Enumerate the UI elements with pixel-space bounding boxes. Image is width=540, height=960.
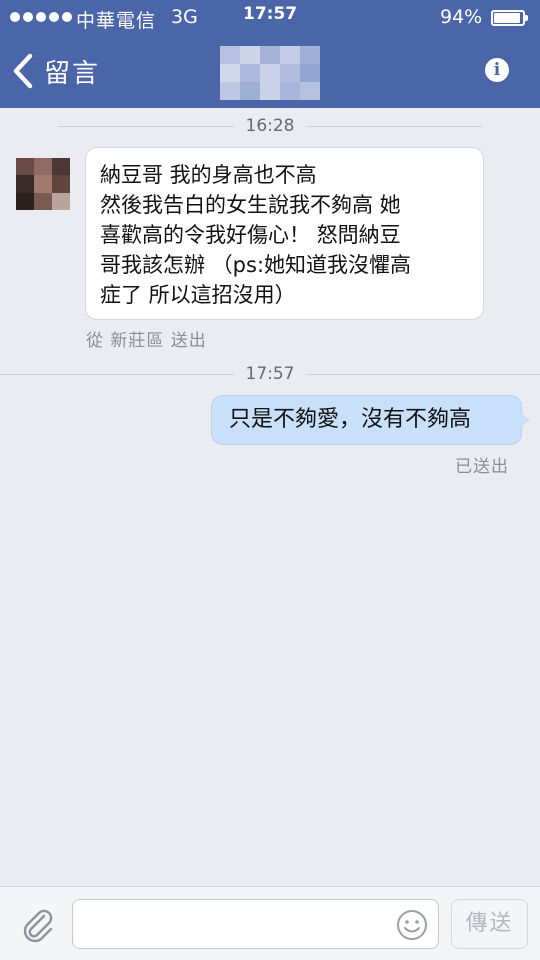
battery-icon: [491, 10, 528, 26]
status-bar: 中華電信 3G 17:57 94%: [0, 0, 540, 36]
timestamp-divider: 17:57: [0, 364, 540, 384]
incoming-message-bubble: 納豆哥 我的身高也不高 然後我告白的女生說我不夠高 她 喜歡高的令我好傷心！ 怒…: [85, 147, 484, 320]
header: 中華電信 3G 17:57 94% 留言 i: [0, 0, 540, 108]
timestamp: 17:57: [233, 364, 307, 384]
message-line: 喜歡高的令我好傷心！ 怒問納豆: [100, 223, 401, 247]
back-button[interactable]: 留言: [10, 50, 100, 92]
message-line: 然後我告白的女生說我不夠高 她: [100, 193, 401, 217]
outgoing-message-status: 已送出: [455, 457, 509, 477]
send-button[interactable]: 傳送: [451, 899, 528, 949]
info-icon[interactable]: i: [485, 58, 509, 82]
back-label: 留言: [44, 58, 101, 89]
message-input[interactable]: [72, 899, 439, 949]
smiley-icon[interactable]: [396, 909, 428, 941]
carrier-name: 中華電信: [76, 10, 157, 32]
battery-percent: 94%: [440, 6, 483, 28]
contact-name-pixelated: [220, 46, 320, 100]
timestamp: 16:28: [233, 116, 307, 136]
message-line: 症了 所以這招沒用）: [100, 283, 296, 307]
timestamp-divider: 16:28: [0, 116, 540, 136]
chevron-left-icon: [13, 53, 33, 89]
outgoing-message-bubble: 只是不夠愛，沒有不夠高: [211, 395, 530, 445]
nav-bar: 留言 i: [0, 36, 540, 108]
message-composer: 傳送: [0, 886, 540, 960]
network-type: 3G: [171, 6, 198, 28]
message-line: 哥我該怎辦 （ps:她知道我沒懼高: [100, 253, 412, 277]
status-time: 17:57: [243, 4, 298, 24]
incoming-message-meta: 從 新莊區 送出: [86, 331, 207, 351]
message-line: 納豆哥 我的身高也不高: [100, 163, 317, 187]
paperclip-icon[interactable]: [20, 907, 56, 943]
avatar[interactable]: [16, 158, 70, 210]
signal-strength-icon: [10, 12, 72, 22]
